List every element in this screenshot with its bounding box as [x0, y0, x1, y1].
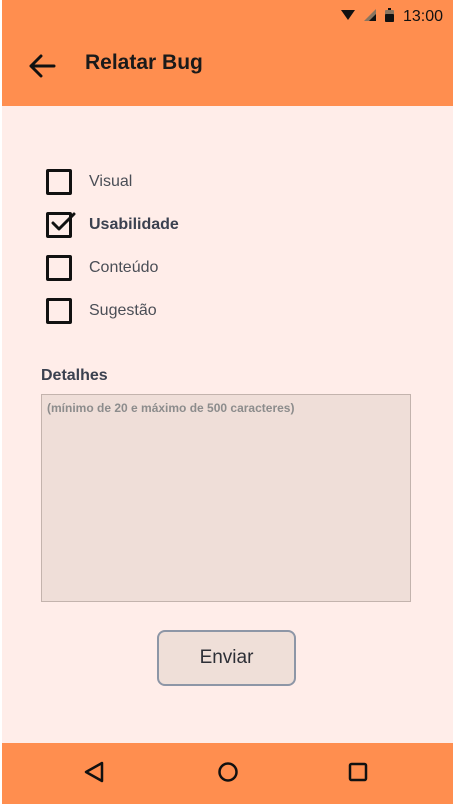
status-time: 13:00	[402, 8, 443, 25]
usabilidade-checkbox[interactable]	[46, 211, 76, 238]
details-textarea[interactable]	[41, 394, 411, 602]
nav-home-icon	[217, 761, 239, 788]
option-label: Sugestão	[89, 301, 157, 319]
submit-button[interactable]: Enviar	[157, 630, 296, 686]
arrow-back-icon	[28, 54, 56, 83]
nav-home-button[interactable]	[213, 759, 243, 789]
wifi-icon	[340, 8, 355, 26]
conteudo-checkbox[interactable]	[46, 254, 72, 281]
battery-icon	[384, 7, 394, 27]
nav-back-button[interactable]	[79, 759, 109, 789]
bug-type-options: Visual Usabilidade Conteúdo Sugestão	[46, 160, 179, 332]
page-title: Relatar Bug	[85, 51, 203, 74]
nav-recents-button[interactable]	[343, 759, 373, 789]
option-usabilidade[interactable]: Usabilidade	[46, 203, 179, 246]
nav-recents-icon	[347, 761, 369, 788]
status-icons: 13:00	[340, 7, 443, 27]
details-label: Detalhes	[41, 367, 108, 384]
option-visual[interactable]: Visual	[46, 160, 179, 203]
checkmark-icon	[51, 212, 76, 230]
app-screen: 13:00 Relatar Bug Visual Usabilidade Con…	[2, 0, 453, 804]
system-nav-bar	[2, 743, 453, 804]
option-label: Usabilidade	[89, 215, 179, 233]
visual-checkbox[interactable]	[46, 168, 72, 195]
option-conteudo[interactable]: Conteúdo	[46, 246, 179, 289]
option-label: Conteúdo	[89, 258, 159, 276]
app-bar: Relatar Bug	[2, 34, 453, 106]
cell-signal-icon	[363, 8, 376, 26]
sugestao-checkbox[interactable]	[46, 297, 72, 324]
status-bar: 13:00	[2, 0, 453, 34]
option-label: Visual	[89, 172, 133, 190]
option-sugestao[interactable]: Sugestão	[46, 289, 179, 332]
nav-back-icon	[83, 761, 105, 788]
back-button[interactable]	[22, 48, 62, 88]
